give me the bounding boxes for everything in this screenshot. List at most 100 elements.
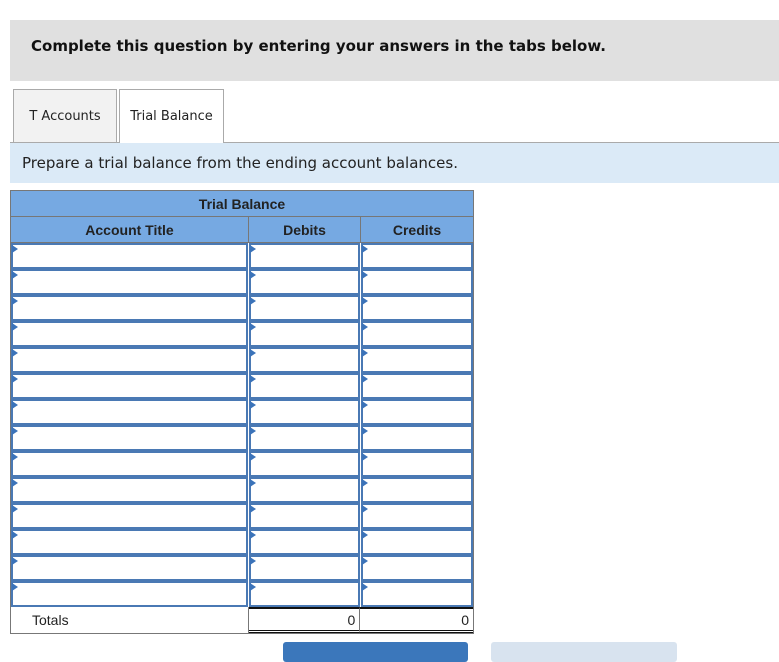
debit-input[interactable] (250, 401, 359, 423)
debit-cell (248, 529, 361, 555)
table-row (11, 555, 473, 581)
account-title-cell (11, 503, 248, 529)
account-title-input[interactable] (13, 531, 246, 553)
debit-input[interactable] (250, 427, 359, 449)
table-row (11, 373, 473, 399)
account-title-input[interactable] (13, 479, 246, 501)
account-title-input[interactable] (13, 297, 246, 319)
debit-cell (248, 581, 361, 607)
debit-cell (248, 555, 361, 581)
credit-cell (361, 529, 473, 555)
debit-cell (248, 399, 361, 425)
debit-input[interactable] (250, 271, 359, 293)
table-row (11, 347, 473, 373)
account-title-input[interactable] (13, 245, 246, 267)
debit-cell (248, 295, 361, 321)
account-title-cell (11, 321, 248, 347)
account-title-input[interactable] (13, 401, 246, 423)
table-row (11, 451, 473, 477)
account-title-input[interactable] (13, 375, 246, 397)
account-title-cell (11, 373, 248, 399)
trial-balance-table: Trial Balance Account Title Debits Credi… (10, 190, 474, 634)
totals-row: Totals 0 0 (11, 607, 473, 633)
account-title-cell (11, 243, 248, 269)
debit-cell (248, 347, 361, 373)
table-row (11, 425, 473, 451)
credit-input[interactable] (363, 245, 471, 267)
debit-input[interactable] (250, 557, 359, 579)
banner-text: Complete this question by entering your … (31, 37, 606, 55)
table-row (11, 399, 473, 425)
credit-input[interactable] (363, 297, 471, 319)
account-title-cell (11, 425, 248, 451)
credit-cell (361, 243, 473, 269)
credit-cell (361, 425, 473, 451)
credit-cell (361, 503, 473, 529)
debit-cell (248, 321, 361, 347)
credit-cell (361, 451, 473, 477)
debit-input[interactable] (250, 245, 359, 267)
debit-input[interactable] (250, 349, 359, 371)
credit-input[interactable] (363, 557, 471, 579)
credit-cell (361, 399, 473, 425)
credit-cell (361, 295, 473, 321)
credit-input[interactable] (363, 583, 471, 605)
tab-trial-balance[interactable]: Trial Balance (119, 89, 224, 143)
table-row (11, 295, 473, 321)
credit-input[interactable] (363, 349, 471, 371)
credit-cell (361, 373, 473, 399)
table-row (11, 269, 473, 295)
table-header-row: Account Title Debits Credits (11, 217, 473, 243)
table-body (11, 243, 473, 607)
account-title-cell (11, 581, 248, 607)
debit-input[interactable] (250, 297, 359, 319)
account-title-input[interactable] (13, 557, 246, 579)
debit-cell (248, 243, 361, 269)
account-title-input[interactable] (13, 583, 246, 605)
credit-input[interactable] (363, 323, 471, 345)
credit-input[interactable] (363, 271, 471, 293)
next-button[interactable] (491, 642, 677, 662)
debit-input[interactable] (250, 505, 359, 527)
totals-credit: 0 (360, 607, 473, 633)
debit-input[interactable] (250, 453, 359, 475)
account-title-cell (11, 399, 248, 425)
tab-t-accounts[interactable]: T Accounts (13, 89, 117, 142)
account-title-cell (11, 295, 248, 321)
credit-input[interactable] (363, 531, 471, 553)
credit-cell (361, 347, 473, 373)
account-title-cell (11, 529, 248, 555)
table-row (11, 477, 473, 503)
debit-cell (248, 477, 361, 503)
table-row (11, 243, 473, 269)
credit-input[interactable] (363, 375, 471, 397)
debit-cell (248, 373, 361, 399)
debit-input[interactable] (250, 479, 359, 501)
account-title-input[interactable] (13, 323, 246, 345)
credit-cell (361, 269, 473, 295)
table-row (11, 503, 473, 529)
account-title-input[interactable] (13, 427, 246, 449)
credit-input[interactable] (363, 505, 471, 527)
account-title-input[interactable] (13, 271, 246, 293)
account-title-input[interactable] (13, 453, 246, 475)
debit-input[interactable] (250, 583, 359, 605)
instruction-text: Prepare a trial balance from the ending … (22, 154, 458, 172)
account-title-input[interactable] (13, 349, 246, 371)
debit-input[interactable] (250, 375, 359, 397)
credit-input[interactable] (363, 427, 471, 449)
previous-button[interactable] (283, 642, 468, 662)
credit-input[interactable] (363, 453, 471, 475)
debit-input[interactable] (250, 323, 359, 345)
table-title: Trial Balance (11, 191, 473, 217)
account-title-input[interactable] (13, 505, 246, 527)
debit-input[interactable] (250, 531, 359, 553)
credit-input[interactable] (363, 401, 471, 423)
debit-cell (248, 269, 361, 295)
totals-label: Totals (11, 607, 249, 633)
instruction-banner: Complete this question by entering your … (10, 20, 779, 81)
table-row (11, 581, 473, 607)
credit-input[interactable] (363, 479, 471, 501)
account-title-cell (11, 269, 248, 295)
debit-cell (248, 503, 361, 529)
